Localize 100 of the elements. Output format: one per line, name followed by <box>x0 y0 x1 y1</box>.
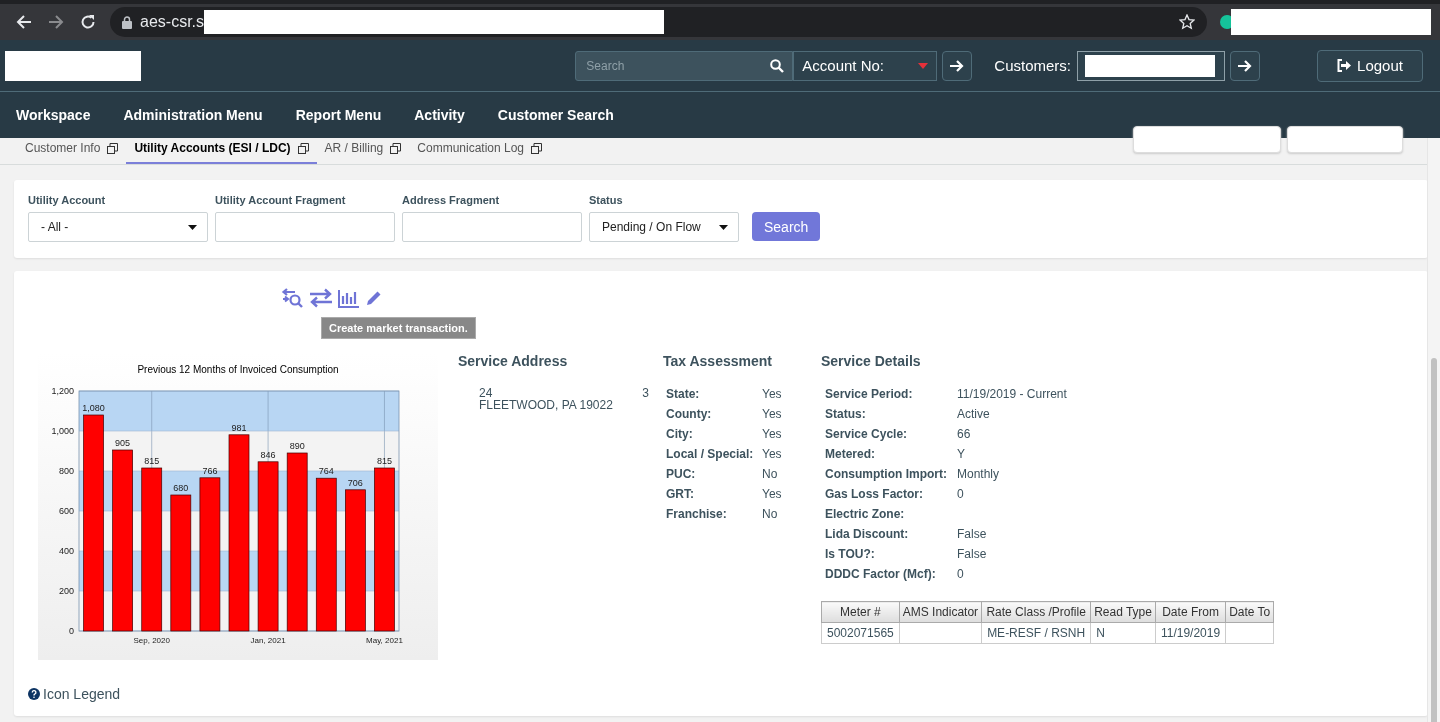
popout-icon[interactable] <box>297 142 309 154</box>
section-title: Tax Assessment <box>663 353 773 369</box>
field-label: PUC: <box>666 467 697 481</box>
search-field[interactable]: Search <box>584 57 771 74</box>
field-label: Address Fragment <box>402 194 501 206</box>
customers-field[interactable] <box>1077 50 1225 81</box>
text-field[interactable] <box>215 212 395 242</box>
logout-button[interactable]: Logout <box>1317 49 1423 82</box>
field-value: Monthly <box>957 467 1001 481</box>
dropdown[interactable]: - All - <box>28 212 208 242</box>
bar-chart-icon[interactable] <box>338 288 360 308</box>
y-tick-label: 0 <box>69 626 74 636</box>
table-cell: 5002071565 <box>821 622 900 644</box>
popout-icon[interactable] <box>107 142 119 154</box>
scrollbar-thumb[interactable] <box>1431 358 1437 722</box>
nav-menu-item[interactable]: Administration Menu <box>123 107 263 123</box>
reload-icon[interactable] <box>80 14 96 30</box>
data-label: 1,080 <box>82 403 105 413</box>
go-button[interactable] <box>942 50 973 81</box>
table-cell: N <box>1090 622 1156 644</box>
data-label: 680 <box>173 483 189 493</box>
table-cell: ME-RESF / RSNH <box>981 622 1091 644</box>
pencil-icon[interactable] <box>365 289 383 307</box>
field-value: Yes <box>762 447 783 461</box>
column-header: AMS Indicator <box>899 601 982 623</box>
search-icon <box>770 58 785 73</box>
help-icon <box>28 688 40 700</box>
data-label: 815 <box>144 456 160 466</box>
search-box[interactable]: Search <box>575 50 794 81</box>
field-value: 0 <box>957 567 965 581</box>
caret-icon <box>188 224 197 230</box>
field-label: GRT: <box>666 487 695 501</box>
x-tick-label: Jan, 2021 <box>250 636 286 645</box>
field-label: Utility Account Fragment <box>215 194 347 206</box>
field-value: False <box>957 527 988 541</box>
data-label: 815 <box>376 456 392 466</box>
dropdown[interactable]: Pending / On Flow <box>589 212 739 242</box>
field-label: Status <box>589 194 624 206</box>
field-value: 0 <box>957 487 965 501</box>
arrow-right-icon <box>949 58 966 73</box>
field-label: State: <box>666 387 701 401</box>
field-value: No <box>762 507 779 521</box>
go-button[interactable] <box>1230 50 1260 81</box>
star-icon[interactable] <box>1179 14 1195 30</box>
field-value: Yes <box>762 407 783 421</box>
field-label: Utility Account <box>28 194 107 206</box>
history-search-icon[interactable] <box>280 288 304 308</box>
sign-out-icon <box>1337 59 1352 72</box>
forward-icon[interactable] <box>48 14 64 30</box>
nav-menu-item[interactable]: Activity <box>414 107 465 123</box>
y-tick-label: 400 <box>58 546 74 556</box>
field-value: Yes <box>762 487 783 501</box>
extension-icon[interactable] <box>1219 14 1231 30</box>
url-text: aes-csr.s <box>140 13 204 31</box>
search-button[interactable]: Search <box>752 212 821 241</box>
data-label: 706 <box>347 477 363 488</box>
x-tick-label: Sep, 2020 <box>133 636 170 645</box>
data-label: 890 <box>289 441 305 451</box>
address-bar[interactable]: aes-csr.s <box>110 7 1207 37</box>
field-label: Service Period: <box>825 387 914 401</box>
field-label: Is TOU?: <box>825 547 876 561</box>
tab[interactable]: AR / Billing <box>316 141 410 164</box>
tab[interactable]: Customer Info <box>17 141 127 164</box>
column-header: Date To <box>1225 601 1274 623</box>
lock-icon <box>122 15 132 29</box>
data-label: 764 <box>318 466 334 477</box>
back-icon[interactable] <box>16 14 32 30</box>
icon-legend-link[interactable]: Icon Legend <box>43 686 121 702</box>
customers-label: Customers: <box>994 57 1071 74</box>
nav-menu-item[interactable]: Report Menu <box>295 107 382 123</box>
field-label: County: <box>666 407 713 421</box>
y-tick-label: 1,200 <box>51 386 74 396</box>
account-type-select[interactable]: Account No: <box>793 50 938 81</box>
field-label: Gas Loss Factor: <box>825 487 925 501</box>
field-value: 11/19/2019 - Current <box>957 387 1068 401</box>
caret-icon <box>918 62 929 69</box>
field-value: Yes <box>762 427 783 441</box>
field-value: Y <box>957 447 966 461</box>
column-header: Read Type <box>1090 601 1156 623</box>
tab[interactable]: Utility Accounts (ESI / LDC) <box>126 141 317 164</box>
field-label: Status: <box>825 407 867 421</box>
nav-menu-item[interactable]: Customer Search <box>497 107 614 123</box>
address-text: 3 <box>642 387 649 399</box>
column-header: Rate Class /Profile <box>981 601 1091 623</box>
y-tick-label: 1,000 <box>51 426 74 436</box>
popout-icon[interactable] <box>531 142 543 154</box>
nav-menu-item[interactable]: Workspace <box>16 107 91 123</box>
field-value: Yes <box>762 387 783 401</box>
popout-icon[interactable] <box>390 142 402 154</box>
text-field[interactable] <box>402 212 582 242</box>
section-title: Service Address <box>458 353 569 369</box>
field-label: Electric Zone: <box>825 507 906 521</box>
data-label: 905 <box>115 438 131 448</box>
field-value: 66 <box>957 427 972 441</box>
column-header: Date From <box>1155 601 1226 623</box>
chart-title: Previous 12 Months of Invoiced Consumption <box>137 364 339 375</box>
swap-arrows-icon[interactable] <box>309 288 333 308</box>
field-value: No <box>762 467 779 481</box>
tab[interactable]: Communication Log <box>409 141 551 164</box>
field-label: Consumption Import: <box>825 467 948 481</box>
